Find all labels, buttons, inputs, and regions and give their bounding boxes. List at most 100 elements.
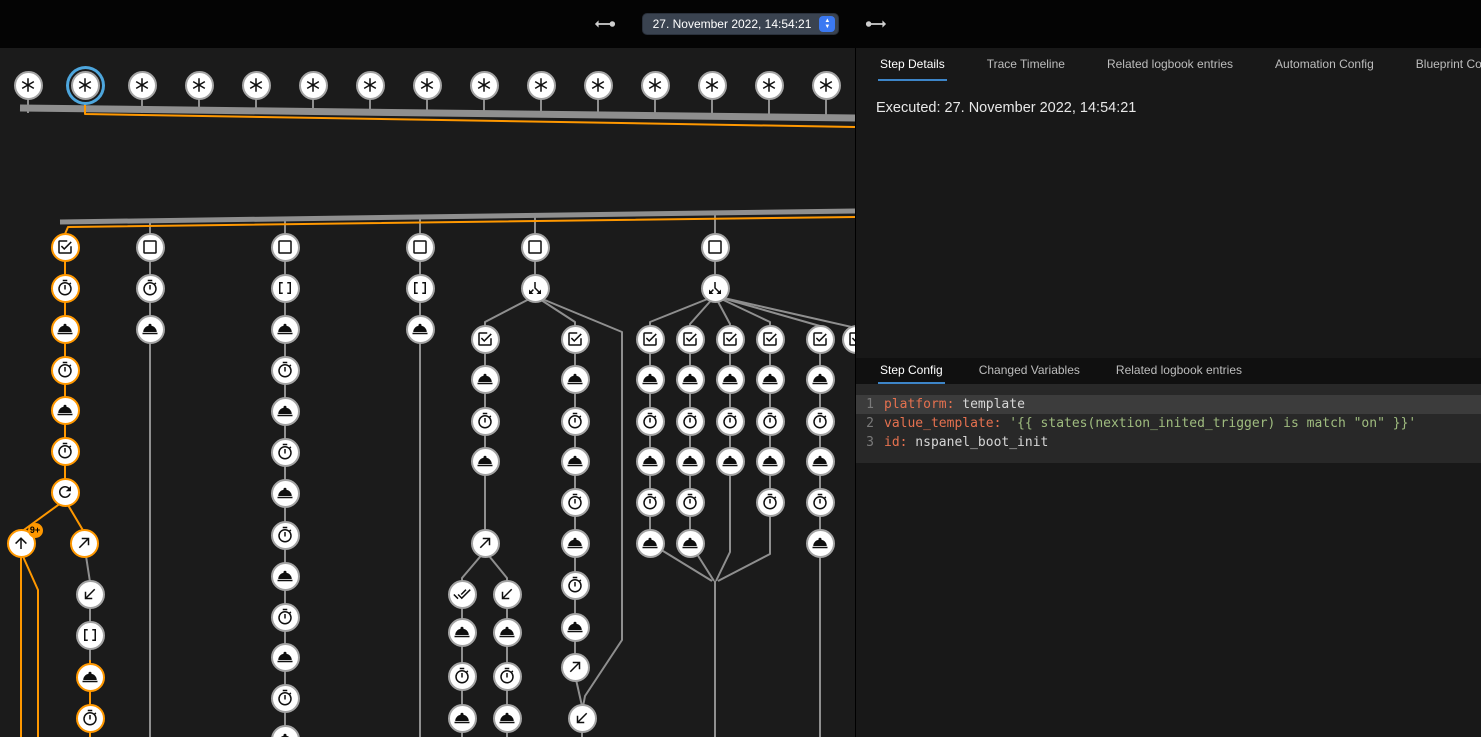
trace-node-service[interactable] <box>271 643 300 672</box>
trace-node-delay[interactable] <box>561 407 590 436</box>
trace-node-asterisk[interactable] <box>470 71 499 100</box>
trace-node-sw[interactable] <box>568 704 597 733</box>
trace-node-brackets[interactable] <box>271 274 300 303</box>
trace-node-asterisk[interactable] <box>527 71 556 100</box>
trace-node-delay[interactable] <box>806 407 835 436</box>
trace-node-delay[interactable] <box>136 274 165 303</box>
trace-node-service[interactable] <box>806 529 835 558</box>
trace-node-service[interactable] <box>561 613 590 642</box>
trace-node-asterisk[interactable] <box>698 71 727 100</box>
trace-node-asterisk[interactable] <box>14 71 43 100</box>
tab-blueprint-config[interactable]: Blueprint Config <box>1414 48 1481 81</box>
trace-node-asterisk[interactable] <box>242 71 271 100</box>
trace-node-condition[interactable] <box>676 325 705 354</box>
trace-node-checkall[interactable] <box>448 580 477 609</box>
trace-node-asterisk[interactable] <box>812 71 841 100</box>
trace-node-delay[interactable] <box>76 704 105 733</box>
trace-node-delay[interactable] <box>271 438 300 467</box>
trace-node-condition[interactable] <box>806 325 835 354</box>
trace-node-service[interactable] <box>716 365 745 394</box>
trace-node-delay[interactable] <box>271 684 300 713</box>
trace-node-service[interactable] <box>676 447 705 476</box>
trace-node-delay[interactable] <box>806 488 835 517</box>
trace-node-delay[interactable] <box>561 571 590 600</box>
trace-node-service[interactable] <box>806 365 835 394</box>
trace-node-service[interactable] <box>76 663 105 692</box>
trace-node-delay[interactable] <box>271 356 300 385</box>
trace-node-asterisk[interactable] <box>299 71 328 100</box>
code-editor[interactable]: 1platform: template2value_template: '{{ … <box>856 384 1481 463</box>
trace-node-square[interactable] <box>136 233 165 262</box>
trace-node-repeat[interactable] <box>51 478 80 507</box>
trace-node-up[interactable]: 9+ <box>7 529 36 558</box>
trace-node-delay[interactable] <box>471 407 500 436</box>
trace-node-delay[interactable] <box>271 603 300 632</box>
trace-node-delay[interactable] <box>271 521 300 550</box>
trace-node-service[interactable] <box>406 315 435 344</box>
tab-step-details[interactable]: Step Details <box>878 48 947 81</box>
trace-node-sw[interactable] <box>76 580 105 609</box>
trace-node-asterisk[interactable] <box>128 71 157 100</box>
trace-node-service[interactable] <box>51 315 80 344</box>
trace-node-square[interactable] <box>701 233 730 262</box>
trace-node-service[interactable] <box>676 365 705 394</box>
trace-node-service[interactable] <box>271 315 300 344</box>
trace-node-service[interactable] <box>636 365 665 394</box>
trace-node-delay[interactable] <box>561 488 590 517</box>
trace-node-service[interactable] <box>716 447 745 476</box>
trace-node-service[interactable] <box>271 397 300 426</box>
trace-node-asterisk[interactable] <box>413 71 442 100</box>
trace-node-ne[interactable] <box>561 653 590 682</box>
trace-node-delay[interactable] <box>676 488 705 517</box>
previous-run-button[interactable] <box>592 11 618 37</box>
trace-node-service[interactable] <box>561 365 590 394</box>
trace-node-service[interactable] <box>636 447 665 476</box>
trace-node-service[interactable] <box>51 396 80 425</box>
trace-node-service[interactable] <box>756 447 785 476</box>
trace-node-asterisk[interactable] <box>71 71 100 100</box>
trace-node-delay[interactable] <box>756 488 785 517</box>
trace-node-condition[interactable] <box>51 233 80 262</box>
trace-node-delay[interactable] <box>636 488 665 517</box>
trace-node-service[interactable] <box>471 365 500 394</box>
tab-trace-timeline[interactable]: Trace Timeline <box>985 48 1067 81</box>
trace-node-service[interactable] <box>561 447 590 476</box>
trace-node-service[interactable] <box>636 529 665 558</box>
trace-node-asterisk[interactable] <box>755 71 784 100</box>
next-run-button[interactable] <box>863 11 889 37</box>
trace-node-delay[interactable] <box>51 274 80 303</box>
trace-node-square[interactable] <box>521 233 550 262</box>
trace-node-delay[interactable] <box>716 407 745 436</box>
trace-node-asterisk[interactable] <box>641 71 670 100</box>
trace-node-delay[interactable] <box>676 407 705 436</box>
trace-node-ne[interactable] <box>70 529 99 558</box>
trace-node-square[interactable] <box>271 233 300 262</box>
trace-node-condition[interactable] <box>756 325 785 354</box>
trace-node-ne[interactable] <box>471 529 500 558</box>
trace-node-square[interactable] <box>406 233 435 262</box>
trace-node-brackets[interactable] <box>406 274 435 303</box>
trace-node-delay[interactable] <box>756 407 785 436</box>
trace-node-brackets[interactable] <box>76 621 105 650</box>
tab-related-logbook-entries[interactable]: Related logbook entries <box>1114 358 1244 384</box>
trace-node-service[interactable] <box>493 704 522 733</box>
tab-step-config[interactable]: Step Config <box>878 358 945 384</box>
trace-node-service[interactable] <box>471 447 500 476</box>
trace-node-condition[interactable] <box>716 325 745 354</box>
trace-run-select[interactable]: 27. November 2022, 14:54:21 ▲▼ <box>642 13 840 35</box>
trace-node-service[interactable] <box>756 365 785 394</box>
trace-node-service[interactable] <box>448 618 477 647</box>
tab-changed-variables[interactable]: Changed Variables <box>977 358 1082 384</box>
tab-automation-config[interactable]: Automation Config <box>1273 48 1376 81</box>
trace-node-asterisk[interactable] <box>584 71 613 100</box>
trace-node-sw[interactable] <box>493 580 522 609</box>
trace-node-choose[interactable] <box>701 274 730 303</box>
trace-node-service[interactable] <box>676 529 705 558</box>
trace-node-asterisk[interactable] <box>356 71 385 100</box>
trace-node-condition[interactable] <box>561 325 590 354</box>
trace-node-delay[interactable] <box>448 662 477 691</box>
trace-node-delay[interactable] <box>636 407 665 436</box>
trace-node-condition[interactable] <box>471 325 500 354</box>
trace-node-delay[interactable] <box>493 662 522 691</box>
trace-node-condition[interactable] <box>636 325 665 354</box>
